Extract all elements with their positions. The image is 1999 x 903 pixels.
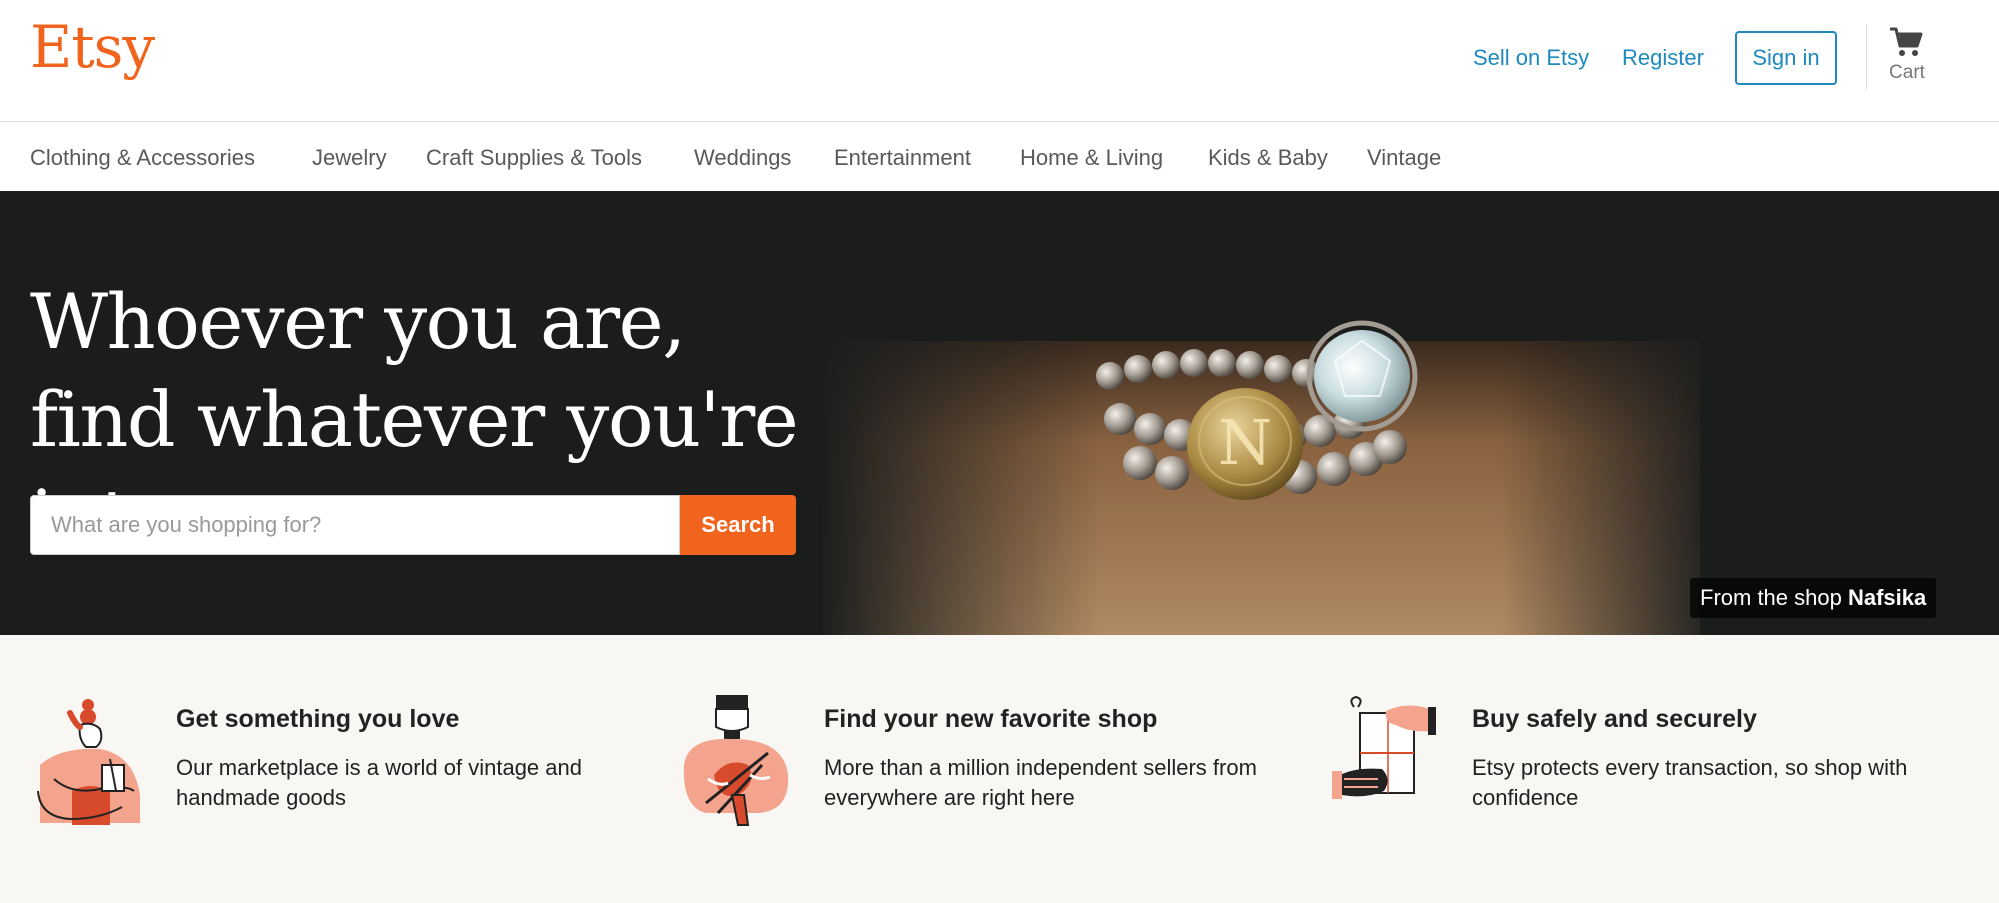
etsy-logo[interactable]: Etsy: [30, 18, 155, 76]
value-prop-favorite-shop: Find your new favorite shop More than a …: [678, 695, 1298, 835]
category-entertainment[interactable]: Entertainment: [834, 144, 971, 172]
category-clothing-accessories[interactable]: Clothing & Accessories: [30, 144, 255, 172]
sell-on-etsy-link[interactable]: Sell on Etsy: [1473, 44, 1589, 72]
search-button[interactable]: Search: [680, 495, 796, 555]
value-prop-title: Buy safely and securely: [1472, 705, 1757, 733]
value-prop-body: Our marketplace is a world of vintage an…: [176, 755, 582, 810]
value-prop-body: Etsy protects every transaction, so shop…: [1472, 755, 1908, 810]
hands-exchange-icon: [1332, 695, 1436, 799]
credit-shop-name: Nafsika: [1847, 585, 1927, 610]
value-prop-get-something: Get something you love Our marketplace i…: [30, 695, 650, 835]
cart-label: Cart: [1889, 62, 1925, 83]
shop-credit[interactable]: From the shop Nafsika: [1690, 578, 1937, 618]
svg-text:N: N: [1218, 406, 1272, 479]
header-divider: [1866, 24, 1867, 90]
value-prop-title: Find your new favorite shop: [824, 705, 1158, 733]
category-vintage[interactable]: Vintage: [1367, 144, 1441, 172]
value-prop-title: Get something you love: [176, 705, 460, 733]
credit-prefix: From the shop: [1700, 585, 1842, 610]
value-props: Get something you love Our marketplace i…: [0, 635, 1999, 903]
cart-icon: [1890, 27, 1923, 56]
register-link[interactable]: Register: [1622, 44, 1704, 72]
value-prop-buy-safely: Buy safely and securely Etsy protects ev…: [1326, 695, 1946, 835]
category-kids-baby[interactable]: Kids & Baby: [1208, 144, 1328, 172]
category-weddings[interactable]: Weddings: [694, 144, 791, 172]
cart-button[interactable]: Cart: [1880, 26, 1934, 96]
search-bar: Search: [30, 495, 796, 555]
person-knitting-icon: [683, 695, 789, 826]
category-jewelry[interactable]: Jewelry: [312, 144, 387, 172]
site-header: Etsy Sell on Etsy Register Sign in Cart: [0, 0, 1999, 122]
hero-banner: N Whoever you are, find whatever you're …: [0, 191, 1999, 635]
category-home-living[interactable]: Home & Living: [1020, 144, 1163, 172]
category-craft-supplies-tools[interactable]: Craft Supplies & Tools: [426, 144, 642, 172]
category-nav: Clothing & Accessories Jewelry Craft Sup…: [0, 122, 1999, 191]
sign-in-button[interactable]: Sign in: [1735, 31, 1837, 85]
value-prop-body: More than a million independent sellers …: [824, 755, 1257, 810]
person-holding-item-icon: [37, 699, 140, 825]
search-input[interactable]: [30, 495, 680, 555]
